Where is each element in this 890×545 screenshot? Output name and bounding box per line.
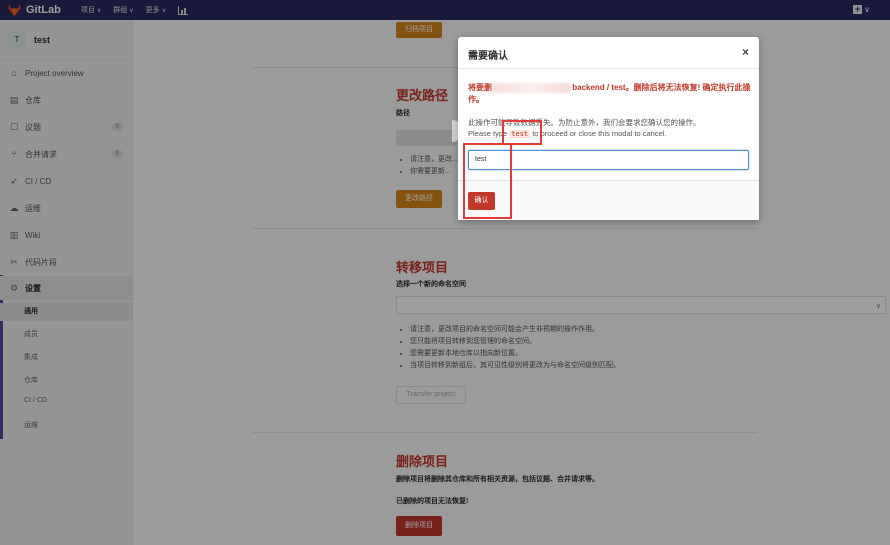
modal-warning-text: 将要删 backend / test。删除后将无法恢复! 确定执行此操作。 (468, 82, 753, 106)
modal-title: 需要确认 (468, 51, 508, 62)
modal-header: 需要确认 × (458, 37, 759, 69)
annotation-box (463, 143, 512, 219)
warning-prefix: 将要删 (468, 83, 492, 92)
annotation-box (502, 120, 542, 145)
info-post: to proceed or close this modal to cancel… (530, 129, 667, 138)
redacted-text (492, 82, 570, 93)
close-icon[interactable]: × (742, 45, 749, 59)
